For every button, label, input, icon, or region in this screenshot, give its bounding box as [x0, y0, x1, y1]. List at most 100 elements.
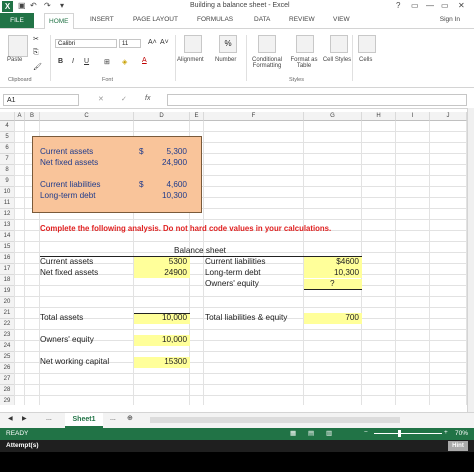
label-long-term-debt[interactable]: Long-term debt [40, 191, 96, 201]
row-header[interactable]: 10 [0, 187, 15, 198]
row-header[interactable]: 15 [0, 242, 15, 253]
page-layout-view-icon[interactable]: ▤ [308, 429, 314, 437]
shrink-font-icon[interactable]: A˅ [160, 39, 169, 46]
more-sheets-left[interactable]: ... [46, 415, 52, 422]
bs-value-total-liabilities-equity[interactable]: 700 [304, 313, 359, 323]
minimize-icon[interactable]: — [426, 1, 434, 10]
zoom-slider[interactable] [374, 433, 442, 434]
undo-icon[interactable]: ↶ [30, 1, 37, 10]
row-header[interactable]: 13 [0, 220, 15, 231]
row-header[interactable]: 14 [0, 231, 15, 242]
cell-styles-button[interactable]: Cell Styles [322, 57, 352, 63]
ribbon-display-icon[interactable]: ▭ [411, 1, 419, 10]
row-header[interactable]: 12 [0, 209, 15, 220]
row-header[interactable]: 21 [0, 308, 15, 319]
enter-icon[interactable]: ✓ [121, 95, 127, 103]
column-header-a[interactable]: A [15, 112, 25, 121]
value-current-liabilities[interactable]: 4,600 [134, 180, 188, 190]
font-color-icon[interactable]: A [142, 57, 147, 64]
instruction-text[interactable]: Complete the following analysis. Do not … [40, 224, 331, 234]
label-current-assets[interactable]: Current assets [40, 147, 93, 157]
column-header-g[interactable]: G [304, 112, 362, 121]
format-as-table-icon[interactable] [296, 35, 314, 53]
bs-value-owners-equity[interactable]: ? [330, 279, 335, 289]
format-as-table-button[interactable]: Format as Table [288, 57, 320, 69]
underline-icon[interactable]: U [84, 58, 89, 65]
cells-button[interactable]: Cells [359, 57, 372, 63]
column-header-c[interactable]: C [40, 112, 134, 121]
value-long-term-debt[interactable]: 10,300 [134, 191, 187, 201]
label-net-working-capital[interactable]: Net working capital [40, 357, 109, 367]
bs-value-current-liabilities[interactable]: $4600 [304, 257, 359, 267]
tab-review[interactable]: REVIEW [289, 16, 315, 23]
tab-insert[interactable]: INSERT [90, 16, 114, 23]
formula-input[interactable] [167, 94, 467, 106]
bs-label-owners-equity[interactable]: Owners' equity [205, 279, 259, 289]
row-header[interactable]: 16 [0, 253, 15, 264]
row-header[interactable]: 24 [0, 341, 15, 352]
paste-button[interactable]: Paste [7, 57, 22, 63]
column-header-e[interactable]: E [190, 112, 204, 121]
alignment-button[interactable]: Alignment [177, 57, 204, 63]
row-header[interactable]: 4 [0, 121, 15, 132]
column-header-j[interactable]: J [430, 112, 467, 121]
borders-icon[interactable]: ⊞ [104, 58, 110, 66]
tab-formulas[interactable]: FORMULAS [197, 16, 233, 23]
bs-label-total-assets[interactable]: Total assets [40, 313, 83, 323]
value-current-assets[interactable]: 5,300 [134, 147, 188, 157]
column-header-h[interactable]: H [362, 112, 396, 121]
cut-icon[interactable]: ✂ [33, 35, 39, 43]
save-icon[interactable]: ▣ [18, 1, 26, 10]
zoom-slider-thumb[interactable] [398, 430, 401, 437]
paste-icon[interactable] [8, 35, 28, 57]
row-header[interactable]: 23 [0, 330, 15, 341]
row-header[interactable]: 27 [0, 374, 15, 385]
row-header[interactable]: 20 [0, 297, 15, 308]
zoom-out-icon[interactable]: − [364, 429, 368, 436]
italic-icon[interactable]: I [72, 58, 74, 65]
row-header[interactable]: 17 [0, 264, 15, 275]
conditional-formatting-button[interactable]: Conditional Formatting [248, 57, 286, 69]
hint-button[interactable]: Hint [448, 441, 468, 451]
column-header-f[interactable]: F [204, 112, 304, 121]
bs-label-total-liabilities-equity[interactable]: Total liabilities & equity [205, 313, 287, 323]
next-sheet-icon[interactable]: ▶ [22, 415, 27, 422]
bs-label-current-liabilities[interactable]: Current liabilities [205, 257, 266, 267]
copy-icon[interactable]: ⎘ [33, 49, 39, 57]
row-header[interactable]: 18 [0, 275, 15, 286]
bs-value-current-assets[interactable]: 5300 [134, 257, 187, 267]
tab-file[interactable]: FILE [0, 13, 34, 28]
row-header[interactable]: 9 [0, 176, 15, 187]
label-current-liabilities[interactable]: Current liabilities [40, 180, 101, 190]
cell-styles-icon[interactable] [330, 35, 348, 53]
row-header[interactable]: 8 [0, 165, 15, 176]
bs-label-net-fixed-assets[interactable]: Net fixed assets [40, 268, 98, 278]
value-net-fixed-assets[interactable]: 24,900 [134, 158, 187, 168]
normal-view-icon[interactable]: ▦ [290, 429, 296, 437]
bs-value-total-assets[interactable]: 10,000 [134, 313, 187, 323]
tab-view[interactable]: VIEW [333, 16, 350, 23]
tab-data[interactable]: DATA [254, 16, 270, 23]
customize-icon[interactable]: ▾ [60, 1, 64, 10]
maximize-icon[interactable]: ▭ [441, 1, 449, 10]
cells-icon[interactable] [358, 35, 376, 53]
close-icon[interactable]: ✕ [458, 1, 465, 10]
sign-in-link[interactable]: Sign In [440, 16, 460, 23]
page-break-view-icon[interactable]: ▥ [326, 429, 332, 437]
select-all-corner[interactable] [0, 112, 15, 121]
percent-icon[interactable]: % [219, 35, 237, 53]
row-header[interactable]: 7 [0, 154, 15, 165]
font-size-select[interactable]: 11 [119, 39, 141, 48]
column-header-i[interactable]: I [396, 112, 430, 121]
font-name-select[interactable]: Calibri [55, 39, 117, 48]
bs-value-long-term-debt[interactable]: 10,300 [304, 268, 359, 278]
vertical-scrollbar[interactable] [467, 108, 474, 413]
balance-sheet-title[interactable]: Balance sheet [174, 246, 226, 256]
alignment-icon[interactable] [184, 35, 202, 53]
tab-home[interactable]: HOME [44, 13, 74, 29]
horizontal-scrollbar[interactable] [150, 417, 400, 423]
row-header[interactable]: 6 [0, 143, 15, 154]
row-header[interactable]: 26 [0, 363, 15, 374]
bs-label-long-term-debt[interactable]: Long-term debt [205, 268, 261, 278]
row-header[interactable]: 5 [0, 132, 15, 143]
